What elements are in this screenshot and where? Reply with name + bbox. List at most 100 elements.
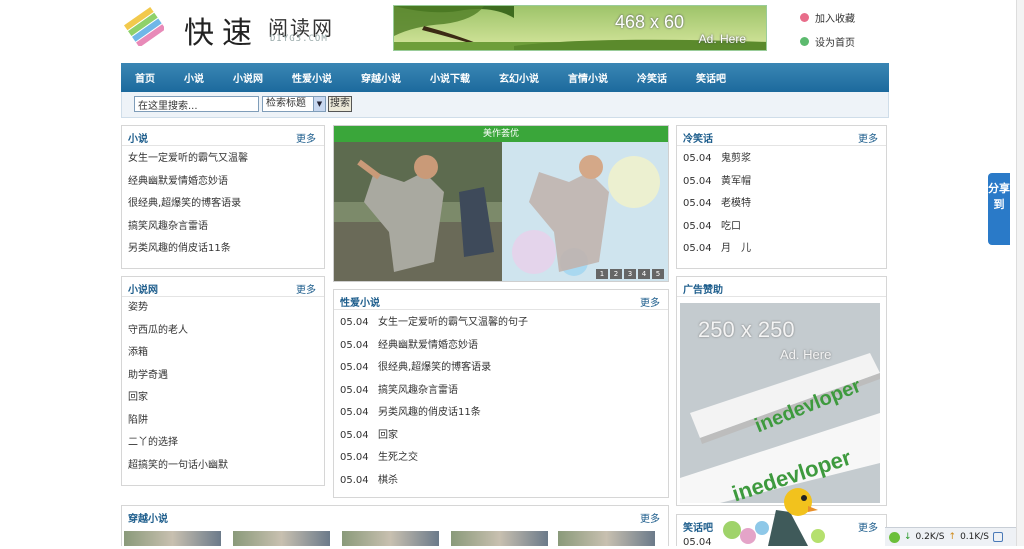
logo-domain: DIYG3.COM: [270, 34, 328, 44]
novel-box-title[interactable]: 小说: [128, 130, 148, 145]
list-item-title[interactable]: 黄军帽: [721, 176, 751, 187]
nav-item-cold-joke[interactable]: 冷笑话: [637, 70, 667, 85]
nav-item-fantasy[interactable]: 玄幻小说: [499, 70, 539, 85]
download-arrow-icon: ↓: [904, 532, 912, 542]
nav-item-time-travel[interactable]: 穿越小说: [361, 70, 401, 85]
list-item-title[interactable]: 生死之交: [378, 452, 418, 463]
list-item[interactable]: 守西瓜的老人: [128, 320, 324, 343]
thumbnail-image[interactable]: [451, 531, 548, 546]
slide-page-1[interactable]: 1: [596, 269, 608, 279]
main-nav: 首页 小说 小说网 性爱小说 穿越小说 小说下载 玄幻小说 言情小说 冷笑话 笑…: [121, 63, 889, 92]
time-travel-box-header: 穿越小说 更多: [122, 506, 668, 526]
page-scrollbar[interactable]: [1016, 0, 1024, 546]
slide-page-5[interactable]: 5: [652, 269, 664, 279]
list-item[interactable]: 姿势: [128, 297, 324, 320]
sexy-novel-box-header: 性爱小说 更多: [334, 290, 668, 310]
list-item[interactable]: 女生一定爱听的霸气又温馨: [128, 148, 324, 171]
slide-page-2[interactable]: 2: [610, 269, 622, 279]
slide-page-4[interactable]: 4: [638, 269, 650, 279]
add-favorite-link[interactable]: 加入收藏: [800, 10, 855, 25]
search-button[interactable]: 搜索: [328, 96, 352, 112]
nav-item-novel-site[interactable]: 小说网: [233, 70, 263, 85]
list-item[interactable]: 05.04 棋杀: [340, 470, 668, 493]
nav-item-download[interactable]: 小说下载: [430, 70, 470, 85]
list-item-title[interactable]: 经典幽默爱情婚恋妙语: [378, 340, 478, 351]
slideshow-header: 美作荟优: [334, 126, 668, 142]
list-item[interactable]: 05.04 生死之交: [340, 447, 668, 470]
cold-joke-box-title[interactable]: 冷笑话: [683, 130, 713, 145]
list-item-title[interactable]: 月 儿: [721, 243, 751, 254]
list-item-title[interactable]: 女生一定爱听的霸气又温馨的句子: [378, 317, 528, 328]
joke-bar-box-title[interactable]: 笑话吧: [683, 519, 713, 534]
list-item[interactable]: 05.04 很经典,超爆笑的博客语录: [340, 357, 668, 380]
nav-item-joke-bar[interactable]: 笑话吧: [696, 70, 726, 85]
time-travel-more-link[interactable]: 更多: [640, 510, 660, 525]
list-item[interactable]: 05.04 月 儿: [683, 238, 886, 261]
slide-page-3[interactable]: 3: [624, 269, 636, 279]
novel-more-link[interactable]: 更多: [296, 130, 316, 145]
novel-site-box-title[interactable]: 小说网: [128, 281, 158, 296]
mascot-decoration: [718, 470, 828, 546]
list-item[interactable]: 05.04 鬼剪浆: [683, 148, 886, 171]
novel-site-more-link[interactable]: 更多: [296, 281, 316, 296]
nav-item-home[interactable]: 首页: [135, 70, 155, 85]
list-item[interactable]: 05.04 另类风趣的俏皮话11条: [340, 402, 668, 425]
sexy-novel-more-link[interactable]: 更多: [640, 294, 660, 309]
search-type-select[interactable]: 检索标题 ▼: [262, 96, 326, 112]
cold-joke-more-link[interactable]: 更多: [858, 130, 878, 145]
list-item[interactable]: 经典幽默爱情婚恋妙语: [128, 171, 324, 194]
thumbnail-image[interactable]: [558, 531, 655, 546]
list-item[interactable]: 05.04 吃口: [683, 216, 886, 239]
list-item-title[interactable]: 棋杀: [378, 475, 398, 486]
list-item[interactable]: 05.04 搞笑风趣杂言雷语: [340, 380, 668, 403]
list-item[interactable]: 很经典,超爆笑的博客语录: [128, 193, 324, 216]
settings-icon[interactable]: [993, 532, 1004, 542]
list-item[interactable]: 添箱: [128, 342, 324, 365]
nav-item-sexy-novel[interactable]: 性爱小说: [292, 70, 332, 85]
list-item-date: 05.04: [340, 384, 369, 396]
list-item-title[interactable]: 鬼剪浆: [721, 153, 751, 164]
network-icon: [889, 531, 900, 543]
sexy-novel-box-title[interactable]: 性爱小说: [340, 294, 380, 309]
list-item[interactable]: 05.04 回家: [340, 425, 668, 448]
share-button[interactable]: 分享到: [988, 173, 1010, 245]
logo-title[interactable]: 快速: [184, 8, 260, 52]
list-item[interactable]: 陷阱: [128, 410, 324, 433]
thumbnail-image[interactable]: [233, 531, 330, 546]
joke-bar-more-link[interactable]: 更多: [858, 519, 878, 534]
thumbnail-image[interactable]: [124, 531, 221, 546]
list-item[interactable]: 另类风趣的俏皮话11条: [128, 238, 324, 261]
nav-item-romance[interactable]: 言情小说: [568, 70, 608, 85]
sexy-novel-box: 性爱小说 更多 05.04 女生一定爱听的霸气又温馨的句子 05.04 经典幽默爱情…: [333, 289, 669, 498]
nav-item-novel[interactable]: 小说: [184, 70, 204, 85]
time-travel-box-title[interactable]: 穿越小说: [128, 510, 168, 525]
list-item-title[interactable]: 回家: [378, 430, 398, 441]
list-item[interactable]: 助学奇遇: [128, 365, 324, 388]
list-item-date: 05.04: [340, 452, 369, 463]
list-item[interactable]: 超搞笑的一句话小幽默: [128, 455, 324, 478]
list-item[interactable]: 05.04 老模特: [683, 193, 886, 216]
search-input[interactable]: [134, 96, 259, 112]
ad-size-text: 250 x 250: [698, 317, 795, 342]
list-item[interactable]: 二丫的选择: [128, 432, 324, 455]
list-item-title[interactable]: 很经典,超爆笑的博客语录: [378, 362, 491, 373]
logo-icon[interactable]: [124, 6, 166, 48]
list-item[interactable]: 05.04 经典幽默爱情婚恋妙语: [340, 335, 668, 358]
list-item[interactable]: 回家: [128, 387, 324, 410]
novel-site-box-header: 小说网 更多: [122, 277, 324, 297]
thumbnail-image[interactable]: [342, 531, 439, 546]
list-item[interactable]: 05.04 黄军帽: [683, 171, 886, 194]
list-item-title[interactable]: 搞笑风趣杂言雷语: [378, 385, 458, 396]
upload-arrow-icon: ↑: [948, 532, 957, 542]
slideshow[interactable]: 美作荟优 1 2 3 4 5: [333, 125, 669, 282]
list-item[interactable]: 搞笑风趣杂言雷语: [128, 216, 324, 239]
list-item-title[interactable]: 吃口: [721, 221, 741, 232]
novel-site-box: 小说网 更多 姿势 守西瓜的老人 添箱 助学奇遇 回家 陷阱 二丫的选择 超搞笑…: [121, 276, 325, 486]
set-homepage-link[interactable]: 设为首页: [800, 34, 855, 49]
list-item-date: 05.04: [340, 362, 369, 373]
list-item[interactable]: 05.04 女生一定爱听的霸气又温馨的句子: [340, 312, 668, 335]
list-item-title[interactable]: 另类风趣的俏皮话11条: [378, 407, 481, 418]
list-item-date: 05.04: [340, 474, 369, 486]
list-item-title[interactable]: 老模特: [721, 198, 751, 209]
top-banner-ad[interactable]: 468 x 60 Ad. Here: [393, 5, 767, 51]
